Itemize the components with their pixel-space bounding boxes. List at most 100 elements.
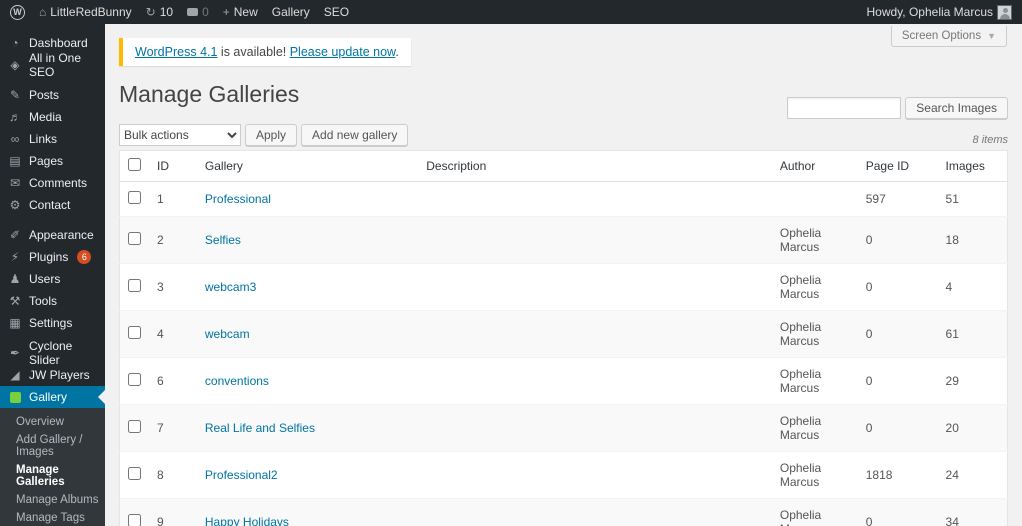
cell-images: 24: [937, 451, 1008, 499]
site-name-label: LittleRedBunny: [50, 5, 132, 19]
items-count-top: 8 items: [972, 134, 1008, 146]
sidebar-item-media[interactable]: ♬ Media: [0, 106, 105, 128]
comments-menu[interactable]: 0: [187, 5, 209, 19]
table-header: ID Gallery Description Author Page ID Im…: [119, 150, 1008, 182]
new-content-menu[interactable]: + New: [223, 5, 258, 19]
wordpress-logo-menu[interactable]: W: [10, 4, 25, 20]
wordpress-version-link[interactable]: WordPress 4.1: [135, 45, 217, 59]
gallery-link[interactable]: Happy Holidays: [205, 515, 289, 526]
row-checkbox[interactable]: [128, 326, 141, 339]
apply-button[interactable]: Apply: [245, 124, 298, 146]
cell-images: 34: [937, 498, 1008, 526]
update-notice: WordPress 4.1 is available! Please updat…: [119, 38, 411, 66]
table-row: 8 Professional2 Ophelia Marcus 1818 24: [119, 451, 1008, 499]
cell-description: [418, 498, 772, 526]
sidebar-item-label: Cyclone Slider: [29, 339, 73, 367]
gallery-link[interactable]: Professional: [205, 192, 271, 206]
sidebar-item-jw-players[interactable]: ◢ JW Players: [0, 364, 105, 386]
plus-icon: +: [222, 5, 230, 19]
add-new-gallery-button[interactable]: Add new gallery: [301, 124, 409, 146]
cell-page-id: 0: [857, 216, 938, 264]
sidebar-item-contact[interactable]: ⚙ Contact: [0, 194, 105, 216]
sidebar-item-appearance[interactable]: ✐ Appearance: [0, 224, 105, 246]
search-input[interactable]: [787, 97, 902, 119]
cell-page-id: 0: [857, 263, 938, 311]
cell-author: Ophelia Marcus: [771, 357, 858, 405]
sidebar-item-label: Pages: [29, 154, 64, 168]
sidebar-item-gallery[interactable]: Gallery: [0, 386, 105, 408]
galleries-table: ID Gallery Description Author Page ID Im…: [119, 150, 1008, 526]
sidebar-item-cyclone-slider[interactable]: ✒ Cyclone Slider: [0, 339, 105, 367]
submenu-item-add-gallery-images[interactable]: Add Gallery / Images: [0, 431, 105, 461]
update-now-link[interactable]: Please update now: [290, 45, 396, 59]
sidebar-item-plugins[interactable]: ⚡ Plugins 6: [0, 246, 105, 268]
sidebar-item-all-in-one-seo[interactable]: ◈ All in One SEO: [0, 51, 105, 79]
header-id[interactable]: ID: [149, 150, 197, 182]
sidebar-item-tools[interactable]: ⚒ Tools: [0, 290, 105, 312]
row-checkbox[interactable]: [128, 373, 141, 386]
main-content: Screen Options ▼ WordPress 4.1 is availa…: [105, 24, 1022, 526]
gallery-link[interactable]: webcam3: [205, 280, 256, 294]
search-images-button[interactable]: Search Images: [905, 97, 1008, 119]
row-checkbox[interactable]: [128, 279, 141, 292]
cell-images: 29: [937, 357, 1008, 405]
cell-id: 4: [149, 310, 197, 358]
gallery-link[interactable]: Selfies: [205, 233, 241, 247]
submenu-item-manage-galleries[interactable]: Manage Galleries: [0, 461, 105, 491]
row-checkbox[interactable]: [128, 514, 141, 526]
gallery-submenu: Overview Add Gallery / Images Manage Gal…: [0, 408, 105, 526]
sidebar-item-pages[interactable]: ▤ Pages: [0, 150, 105, 172]
sidebar-item-settings[interactable]: ▦ Settings: [0, 312, 105, 334]
shield-icon: ◈: [10, 58, 20, 72]
sidebar-item-links[interactable]: ∞ Links: [0, 128, 105, 150]
wrench-icon: ⚒: [9, 294, 21, 308]
header-description[interactable]: Description: [418, 150, 772, 182]
screen-options-label: Screen Options: [901, 30, 982, 42]
settings-icon: ▦: [9, 316, 21, 330]
sidebar-item-label: Settings: [29, 316, 73, 330]
screen-options-button[interactable]: Screen Options ▼: [890, 26, 1007, 47]
update-icon: ↻: [145, 5, 156, 19]
gallery-link[interactable]: conventions: [205, 374, 269, 388]
gallery-link[interactable]: webcam: [205, 327, 250, 341]
submenu-item-manage-albums[interactable]: Manage Albums: [0, 491, 105, 509]
header-images[interactable]: Images: [937, 150, 1008, 182]
updates-count: 10: [159, 5, 174, 19]
sidebar-item-label: Users: [29, 272, 61, 286]
submenu-item-overview[interactable]: Overview: [0, 413, 105, 431]
site-name-menu[interactable]: ⌂ LittleRedBunny: [39, 5, 132, 19]
submenu-item-manage-tags[interactable]: Manage Tags: [0, 509, 105, 526]
select-all-checkbox[interactable]: [128, 158, 141, 171]
howdy-label: Howdy, Ophelia Marcus: [866, 5, 994, 19]
cell-id: 8: [149, 451, 197, 499]
cell-id: 6: [149, 357, 197, 405]
row-checkbox[interactable]: [128, 467, 141, 480]
row-checkbox[interactable]: [128, 420, 141, 433]
sidebar-item-label: Dashboard: [29, 36, 88, 50]
sidebar-item-comments[interactable]: ✉ Comments: [0, 172, 105, 194]
table-row: 6 conventions Ophelia Marcus 0 29: [119, 357, 1008, 405]
gallery-link[interactable]: Real Life and Selfies: [205, 421, 315, 435]
sidebar-item-label: Posts: [29, 88, 60, 102]
header-page-id[interactable]: Page ID: [857, 150, 938, 182]
gallery-menu[interactable]: Gallery: [272, 5, 310, 19]
bulk-actions-select[interactable]: Bulk actions: [119, 124, 241, 146]
cell-description: [418, 451, 772, 499]
account-menu[interactable]: Howdy, Ophelia Marcus: [866, 4, 1012, 20]
header-gallery[interactable]: Gallery: [196, 150, 419, 182]
updates-menu[interactable]: ↻ 10: [146, 5, 173, 19]
notice-text: is available!: [217, 45, 290, 59]
cell-description: [418, 404, 772, 452]
chevron-down-icon: ▼: [987, 31, 996, 41]
gallery-link[interactable]: Professional2: [205, 468, 278, 482]
sidebar-item-posts[interactable]: ✎ Posts: [0, 84, 105, 106]
row-checkbox[interactable]: [128, 191, 141, 204]
sidebar-item-label: Media: [29, 110, 62, 124]
sidebar-item-label: JW Players: [29, 368, 90, 382]
row-checkbox[interactable]: [128, 232, 141, 245]
seo-menu[interactable]: SEO: [324, 5, 349, 19]
cell-images: 18: [937, 216, 1008, 264]
table-body: 1 Professional 597 51 2 Selfies Ophelia …: [119, 181, 1008, 526]
header-author[interactable]: Author: [771, 150, 858, 182]
sidebar-item-users[interactable]: ♟ Users: [0, 268, 105, 290]
